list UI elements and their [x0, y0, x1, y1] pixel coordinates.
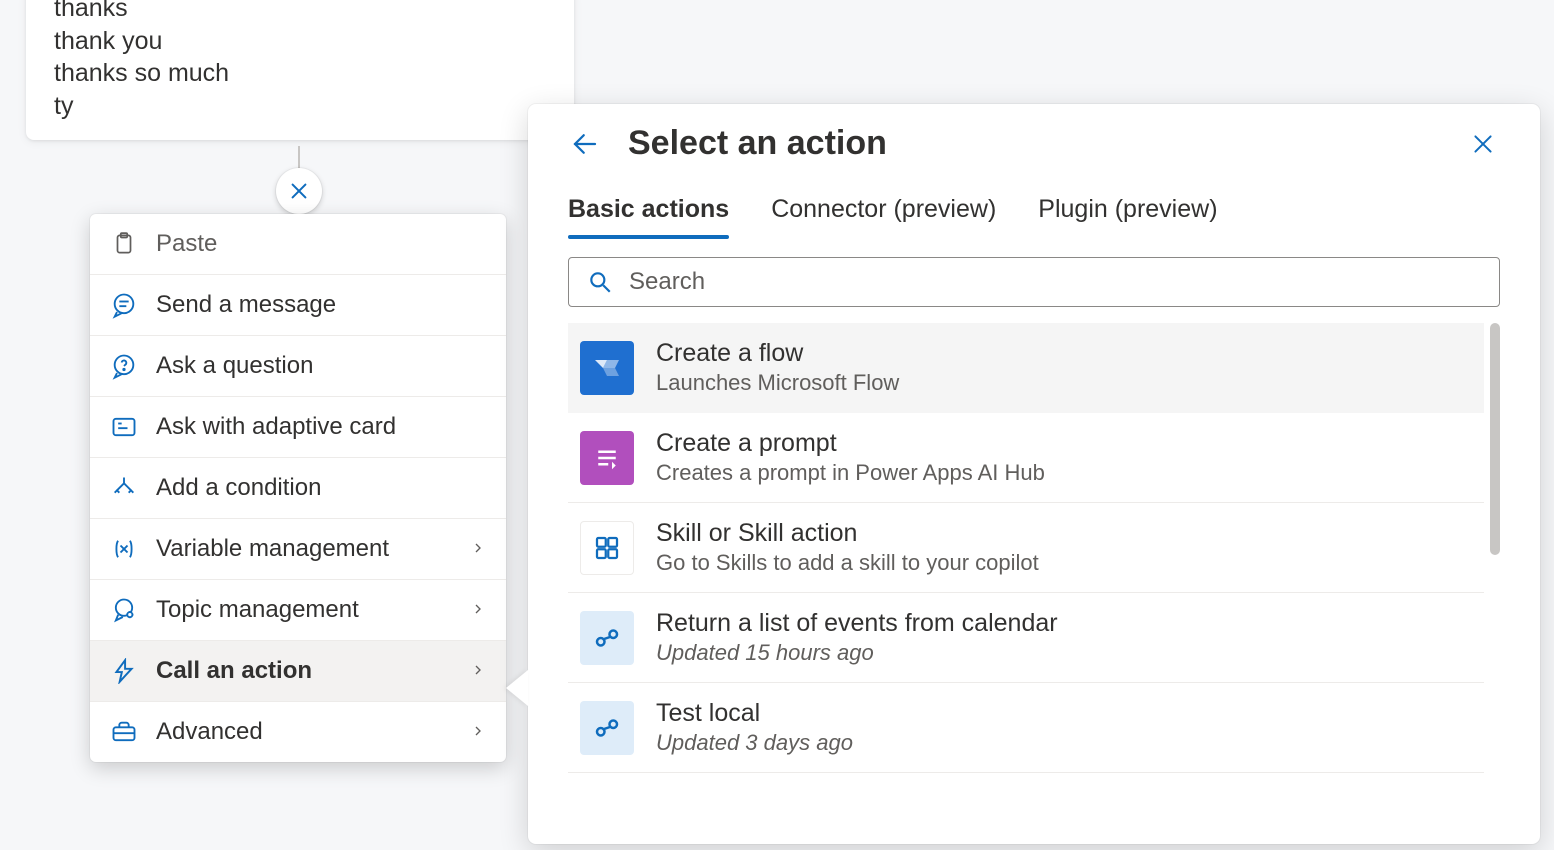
menu-item-label: Call an action — [156, 657, 312, 685]
toolbox-icon — [110, 718, 138, 746]
action-title: Skill or Skill action — [656, 519, 1039, 548]
menu-item-label: Ask with adaptive card — [156, 413, 396, 441]
menu-item-ask-question[interactable]: Ask a question — [90, 335, 506, 396]
tab-plugin[interactable]: Plugin (preview) — [1038, 189, 1217, 238]
chevron-right-icon — [470, 718, 486, 746]
action-subtitle: Updated 15 hours ago — [656, 640, 1058, 666]
menu-item-label: Paste — [156, 230, 217, 258]
flow-light-icon — [580, 701, 634, 755]
panel-header: Select an action — [568, 124, 1500, 163]
search-icon — [587, 269, 613, 295]
flyout-pointer — [506, 670, 528, 706]
card-icon — [110, 413, 138, 441]
tab-bar: Basic actions Connector (preview) Plugin… — [568, 189, 1500, 239]
lightning-icon — [110, 657, 138, 685]
action-subtitle: Creates a prompt in Power Apps AI Hub — [656, 460, 1045, 486]
chevron-right-icon — [470, 535, 486, 563]
branch-icon — [110, 474, 138, 502]
scrollbar-thumb[interactable] — [1490, 323, 1500, 555]
menu-item-topic-management[interactable]: Topic management — [90, 579, 506, 640]
back-button[interactable] — [568, 127, 602, 161]
menu-item-label: Advanced — [156, 718, 263, 746]
tab-basic-actions[interactable]: Basic actions — [568, 189, 729, 238]
question-icon — [110, 352, 138, 380]
action-create-flow[interactable]: Create a flow Launches Microsoft Flow — [568, 323, 1484, 413]
trigger-phrase: ty — [54, 90, 546, 123]
menu-item-label: Add a condition — [156, 474, 321, 502]
chevron-right-icon — [470, 596, 486, 624]
menu-item-adaptive-card[interactable]: Ask with adaptive card — [90, 396, 506, 457]
action-subtitle: Updated 3 days ago — [656, 730, 853, 756]
skill-icon — [580, 521, 634, 575]
action-subtitle: Go to Skills to add a skill to your copi… — [656, 550, 1039, 576]
chat-icon — [110, 291, 138, 319]
menu-item-label: Variable management — [156, 535, 389, 563]
close-panel-button[interactable] — [1466, 127, 1500, 161]
menu-item-variable-management[interactable]: Variable management — [90, 518, 506, 579]
search-box[interactable] — [568, 257, 1500, 307]
search-input[interactable] — [629, 268, 1481, 296]
menu-item-send-message[interactable]: Send a message — [90, 274, 506, 335]
add-node-button[interactable] — [276, 168, 322, 214]
action-calendar-events[interactable]: Return a list of events from calendar Up… — [568, 593, 1484, 683]
topic-icon — [110, 596, 138, 624]
menu-item-label: Send a message — [156, 291, 336, 319]
variable-icon — [110, 535, 138, 563]
action-list: Create a flow Launches Microsoft Flow Cr… — [568, 323, 1500, 844]
flow-light-icon — [580, 611, 634, 665]
action-create-prompt[interactable]: Create a prompt Creates a prompt in Powe… — [568, 413, 1484, 503]
menu-item-paste[interactable]: Paste — [90, 214, 506, 274]
chevron-right-icon — [470, 657, 486, 685]
menu-item-call-action[interactable]: Call an action — [90, 640, 506, 701]
menu-item-add-condition[interactable]: Add a condition — [90, 457, 506, 518]
close-icon — [288, 180, 310, 202]
action-test-local[interactable]: Test local Updated 3 days ago — [568, 683, 1484, 773]
arrow-left-icon — [570, 129, 600, 159]
flow-icon — [580, 341, 634, 395]
prompt-icon — [580, 431, 634, 485]
action-title: Return a list of events from calendar — [656, 609, 1058, 638]
panel-title: Select an action — [628, 124, 1440, 163]
trigger-phrase: thank you — [54, 25, 546, 58]
clipboard-icon — [110, 230, 138, 258]
action-title: Test local — [656, 699, 853, 728]
menu-item-advanced[interactable]: Advanced — [90, 701, 506, 762]
trigger-phrase: thanks — [54, 0, 546, 25]
select-action-panel: Select an action Basic actions Connector… — [528, 104, 1540, 844]
close-icon — [1470, 131, 1496, 157]
menu-item-label: Ask a question — [156, 352, 313, 380]
node-context-menu: Paste Send a message Ask a question Ask … — [90, 214, 506, 762]
action-skill[interactable]: Skill or Skill action Go to Skills to ad… — [568, 503, 1484, 593]
action-title: Create a flow — [656, 339, 899, 368]
tab-connector[interactable]: Connector (preview) — [771, 189, 996, 238]
action-subtitle: Launches Microsoft Flow — [656, 370, 899, 396]
trigger-phrase: thanks so much — [54, 57, 546, 90]
action-title: Create a prompt — [656, 429, 1045, 458]
trigger-phrases-card: thanks thank you thanks so much ty — [26, 0, 574, 140]
action-scroll-area[interactable]: Create a flow Launches Microsoft Flow Cr… — [568, 323, 1500, 844]
authoring-canvas: thanks thank you thanks so much ty Paste… — [0, 0, 1554, 850]
menu-item-label: Topic management — [156, 596, 359, 624]
